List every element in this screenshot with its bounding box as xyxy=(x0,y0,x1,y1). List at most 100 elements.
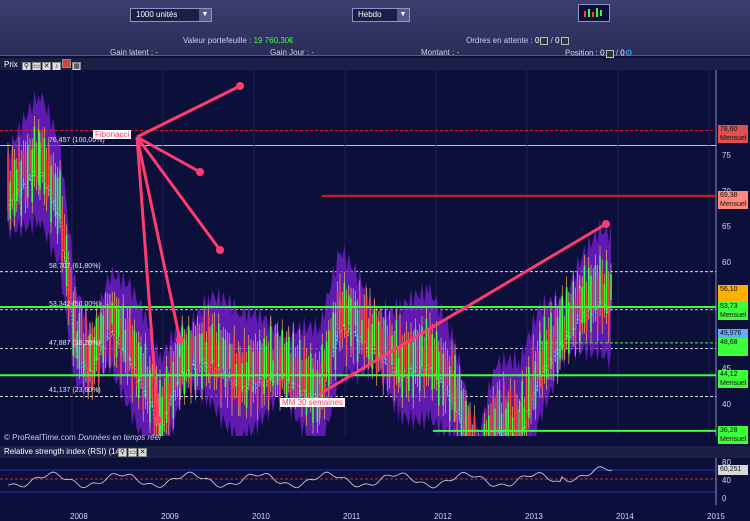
candle-body xyxy=(256,352,259,409)
candle-body xyxy=(498,390,501,435)
candle-body xyxy=(299,340,301,397)
candle-body xyxy=(328,330,330,387)
candle-body xyxy=(594,265,597,311)
rsi-tick-40: 40 xyxy=(722,476,731,485)
candle-body xyxy=(52,163,54,201)
price-tag: 44,12 Mensuel xyxy=(718,370,748,389)
candle-body xyxy=(467,415,469,436)
candle-body xyxy=(233,336,235,389)
orders-box-icon[interactable] xyxy=(540,36,549,45)
candle-body xyxy=(9,181,11,220)
candle-body xyxy=(87,346,89,388)
candle-body xyxy=(519,411,521,436)
candle-body xyxy=(363,305,365,360)
candle-body xyxy=(332,312,334,347)
candle-body xyxy=(31,149,33,203)
price-tag-caption: Mensuel xyxy=(720,135,747,143)
chart-thumbnail-icon[interactable] xyxy=(578,4,610,22)
candle-body xyxy=(423,347,425,388)
period-select[interactable]: Hebdo ▼ xyxy=(352,8,410,22)
candle-body xyxy=(469,413,471,436)
window-icon[interactable]: ▭ xyxy=(128,448,137,457)
candle-body xyxy=(250,349,252,407)
candle-body xyxy=(205,341,208,376)
rsi-chart[interactable] xyxy=(0,458,750,505)
price-tag-value: 44,12 xyxy=(720,371,738,379)
candle-body xyxy=(416,341,419,377)
candle-body xyxy=(550,312,552,370)
candle-body xyxy=(294,357,297,399)
color-icon[interactable] xyxy=(62,59,71,68)
candle-body xyxy=(583,265,586,323)
candle-body xyxy=(168,383,170,425)
year-label: 2010 xyxy=(252,512,270,521)
candle-body xyxy=(172,361,174,419)
candle-body xyxy=(334,313,337,370)
candle-body xyxy=(384,319,387,355)
candle-body xyxy=(215,342,218,379)
credit-text: © ProRealTime.com xyxy=(4,433,76,442)
close-icon[interactable]: ✕ xyxy=(138,448,147,457)
rsi-line xyxy=(0,458,750,505)
candle-body xyxy=(104,302,107,358)
candle-body xyxy=(425,318,428,376)
candle-body xyxy=(325,341,328,371)
candle-body xyxy=(45,158,48,201)
price-tick: 65 xyxy=(722,222,731,231)
fib-level-label: 47,887 (38,20%) xyxy=(49,339,101,347)
candle-body xyxy=(102,315,104,363)
portfolio-value: Valeur portefeuille : 19 760,30€ xyxy=(183,36,294,45)
candle-body xyxy=(159,379,161,436)
credit-realtime: Données en temps réel xyxy=(78,433,161,442)
price-tag: 48,68 xyxy=(718,337,748,356)
fib-level-label: 53,342 (50,00%) xyxy=(49,300,101,308)
candle-body xyxy=(120,318,122,374)
candle-body xyxy=(610,274,612,300)
year-label: 2009 xyxy=(161,512,179,521)
time-axis xyxy=(0,505,750,521)
candle-body xyxy=(554,306,557,352)
candle-body xyxy=(456,386,458,431)
candle-body xyxy=(196,326,199,376)
units-select[interactable]: 1000 unités ▼ xyxy=(130,8,212,22)
candle-body xyxy=(359,291,361,343)
pending-orders-count2: 0 xyxy=(555,36,560,45)
rsi-panel-toolbar: ⚲ ▭ ✕ xyxy=(118,447,148,457)
arrow-head xyxy=(216,246,224,254)
candle-body xyxy=(163,388,166,422)
position-box-icon[interactable] xyxy=(605,49,614,58)
candle-body xyxy=(140,346,142,378)
candle-body xyxy=(576,281,579,313)
candle-body xyxy=(539,333,541,377)
candle-body xyxy=(18,147,20,194)
candle-body xyxy=(243,338,246,395)
price-tag-value: 53,73 xyxy=(720,303,738,311)
candle-body xyxy=(336,292,339,333)
candle-body xyxy=(581,286,583,324)
rsi-value-tag: 60,251 xyxy=(718,465,748,475)
candle-body xyxy=(316,370,319,423)
candle-body xyxy=(161,397,163,436)
price-chart[interactable] xyxy=(0,70,750,436)
candle-body xyxy=(454,355,456,412)
candle-body xyxy=(270,326,272,382)
candle-body xyxy=(126,317,129,375)
candle-body xyxy=(503,382,505,436)
candle-body xyxy=(530,387,532,414)
candle-body xyxy=(401,345,403,398)
fib-level-label: 41,137 (23,60%) xyxy=(49,387,101,395)
candle-body xyxy=(144,343,147,399)
candle-body xyxy=(473,415,476,436)
candle-body xyxy=(596,275,599,331)
candle-body xyxy=(438,351,440,406)
candle-body xyxy=(183,339,186,395)
candle-body xyxy=(39,143,41,190)
fib-level-label: 58,707 (61,80%) xyxy=(49,262,101,270)
search-icon[interactable]: ⚲ xyxy=(118,448,127,457)
arrow-head xyxy=(196,168,204,176)
candle-body xyxy=(380,318,382,359)
candle-body xyxy=(239,356,241,406)
candle-body xyxy=(20,160,22,216)
position-label: Position : xyxy=(565,48,601,58)
orders-box-icon-2[interactable] xyxy=(560,36,569,45)
